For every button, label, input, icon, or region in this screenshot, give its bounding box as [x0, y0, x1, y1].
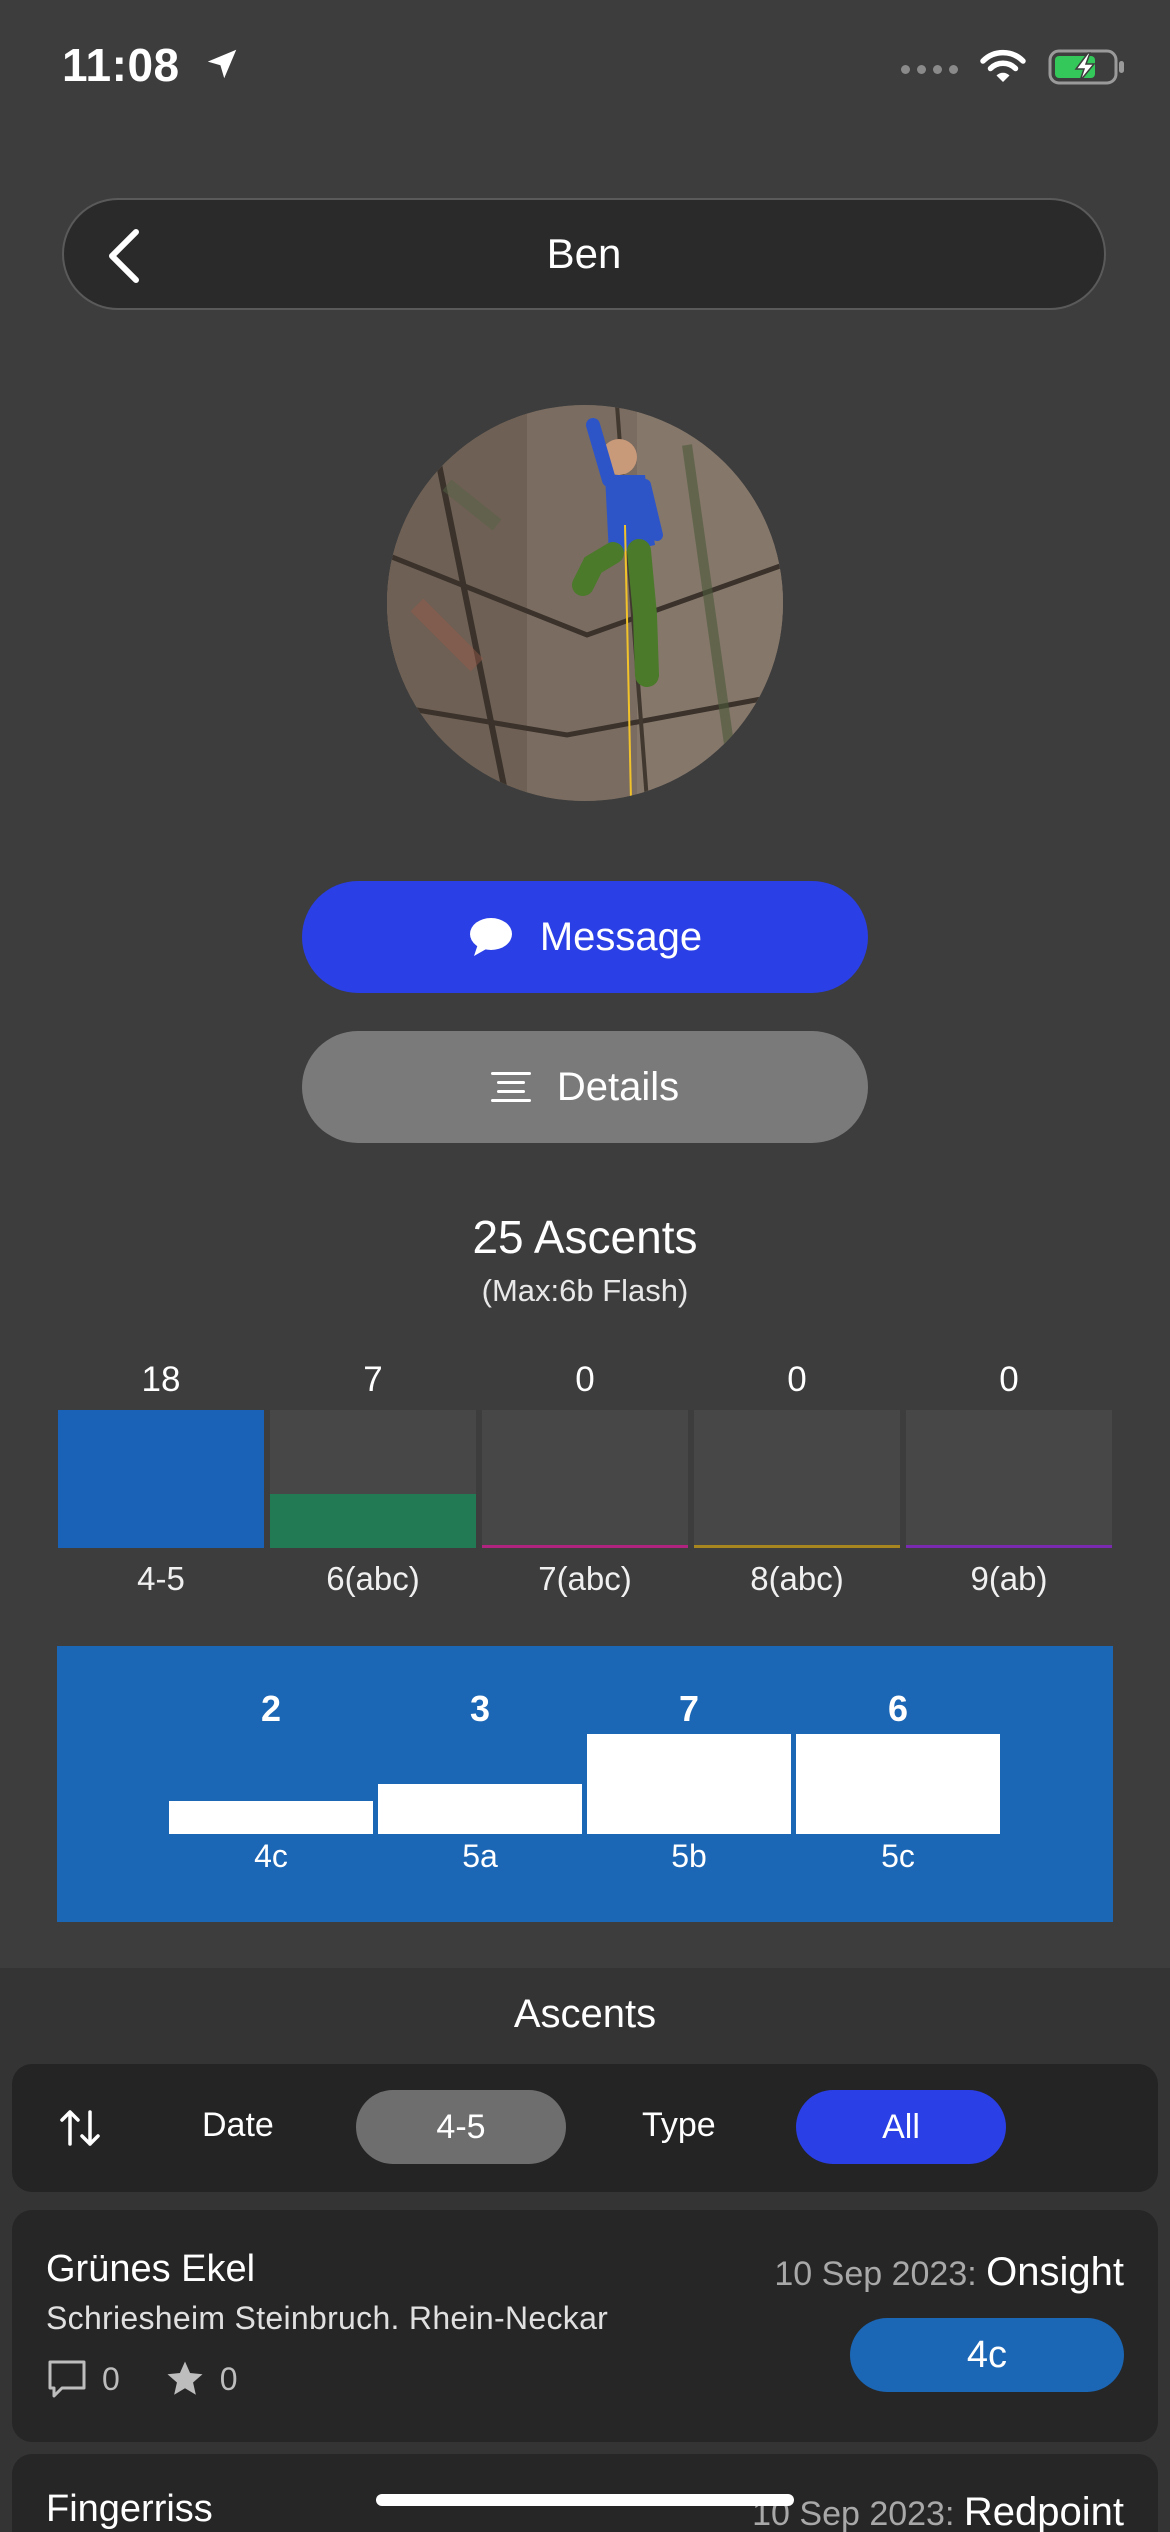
type-filter[interactable]: Type — [642, 2106, 716, 2145]
grade-count-label: 2 — [260, 1688, 282, 1729]
home-indicator[interactable] — [376, 2494, 794, 2506]
band-category-label: 8(abc) — [750, 1560, 844, 1597]
grade-category-label: 5b — [671, 1838, 707, 1874]
battery-charging-icon — [1048, 48, 1126, 91]
band-count-label: 0 — [787, 1360, 807, 1399]
grade-bar — [169, 1801, 373, 1834]
grade-column[interactable]: 3 5a — [378, 1646, 582, 1922]
route-stats: 0 0 — [46, 2358, 238, 2400]
grade-count-label: 7 — [678, 1688, 700, 1729]
message-button[interactable]: Message — [302, 881, 868, 993]
grade-column[interactable]: 7 5b — [587, 1646, 791, 1922]
message-button-label: Message — [539, 914, 703, 959]
band-bar — [906, 1545, 1112, 1548]
ascent-date-style: 10 Sep 2023: Redpoint — [752, 2490, 1124, 2532]
grade-band-chart: 18 4-5 7 6(abc) 0 7(abc) 0 8(abc) 0 9(ab) — [58, 1360, 1112, 1610]
type-filter-pill[interactable]: All — [796, 2090, 1006, 2164]
ascent-card[interactable]: Grünes Ekel Schriesheim Steinbruch. Rhei… — [12, 2210, 1158, 2442]
cellular-signal-icon — [901, 65, 958, 74]
filter-bar: Date 4-5 Type All — [12, 2064, 1158, 2192]
details-button-label: Details — [556, 1064, 680, 1109]
wifi-icon — [980, 49, 1026, 90]
profile-screen: 11:08 Ben Message Details 25 Ascents (Ma… — [0, 0, 1170, 2532]
ascents-list-section: Ascents Date 4-5 Type All Grünes Ekel Sc… — [0, 1968, 1170, 2532]
ascents-count: 25 Ascents — [472, 1211, 698, 1263]
location-arrow-icon — [203, 40, 241, 94]
band-bar — [270, 1494, 476, 1548]
sort-arrows-icon[interactable] — [56, 2104, 104, 2152]
grade-count-label: 3 — [469, 1688, 491, 1729]
band-category-label: 7(abc) — [538, 1560, 632, 1597]
band-count-label: 18 — [141, 1360, 181, 1399]
band-bar — [482, 1545, 688, 1548]
band-column[interactable]: 7 6(abc) — [270, 1360, 476, 1610]
grade-filter-pill[interactable]: 4-5 — [356, 2090, 566, 2164]
ascent-style: Onsight — [986, 2250, 1124, 2294]
grade-column[interactable]: 6 5c — [796, 1646, 1000, 1922]
route-name: Fingerriss — [46, 2488, 213, 2530]
comment-count: 0 — [102, 2360, 120, 2397]
band-bar-track — [482, 1410, 688, 1548]
band-column[interactable]: 0 9(ab) — [906, 1360, 1112, 1610]
ascents-list-title: Ascents — [513, 1992, 657, 2036]
lines-icon — [490, 1072, 531, 1102]
band-count-label: 0 — [575, 1360, 595, 1399]
band-bar — [58, 1410, 264, 1548]
band-bar-track — [270, 1410, 476, 1548]
route-location: Schriesheim Steinbruch. Rhein-Neckar — [46, 2300, 609, 2336]
band-column[interactable]: 0 7(abc) — [482, 1360, 688, 1610]
comment-icon[interactable] — [46, 2358, 88, 2400]
band-column[interactable]: 0 8(abc) — [694, 1360, 900, 1610]
band-count-label: 0 — [999, 1360, 1019, 1399]
band-count-label: 7 — [363, 1360, 383, 1399]
band-column[interactable]: 18 4-5 — [58, 1360, 264, 1610]
grade-category-label: 5c — [881, 1838, 915, 1874]
status-bar: 11:08 — [0, 0, 1170, 140]
status-indicators — [901, 48, 1126, 91]
page-title: Ben — [546, 230, 622, 277]
grade-category-label: 4c — [254, 1838, 288, 1874]
ascent-card[interactable]: Fingerriss 10 Sep 2023: Redpoint — [12, 2454, 1158, 2532]
date-filter[interactable]: Date — [202, 2106, 274, 2145]
header-bar: Ben — [62, 198, 1106, 310]
profile-avatar[interactable] — [387, 405, 783, 801]
route-name: Grünes Ekel — [46, 2248, 256, 2290]
status-time-text: 11:08 — [62, 39, 180, 91]
star-count: 0 — [219, 2360, 238, 2397]
band-bar-track — [58, 1410, 264, 1548]
grade-bar — [796, 1734, 1000, 1834]
band-bar-track — [906, 1410, 1112, 1548]
grade-category-label: 5a — [462, 1838, 498, 1874]
ascent-style: Redpoint — [963, 2490, 1124, 2532]
band-category-label: 9(ab) — [970, 1560, 1048, 1597]
details-button[interactable]: Details — [302, 1031, 868, 1143]
band-bar-track — [694, 1410, 900, 1548]
grade-badge: 4c — [850, 2318, 1124, 2392]
band-category-label: 4-5 — [137, 1560, 185, 1597]
band-bar — [694, 1545, 900, 1548]
chat-bubble-icon — [469, 918, 512, 956]
band-category-label: 6(abc) — [326, 1560, 420, 1597]
ascent-date: 10 Sep 2023: — [774, 2255, 977, 2293]
climber-photo — [387, 405, 783, 801]
grade-column[interactable]: 2 4c — [169, 1646, 373, 1922]
ascent-date-style: 10 Sep 2023: Onsight — [774, 2250, 1124, 2295]
grade-bar — [378, 1784, 582, 1834]
star-icon[interactable] — [164, 2358, 206, 2400]
grade-bar — [587, 1734, 791, 1834]
max-grade: (Max:6b Flash) — [481, 1273, 689, 1308]
status-time: 11:08 — [62, 38, 241, 94]
grade-detail-chart: 2 4c 3 5a 7 5b 6 5c — [57, 1646, 1113, 1922]
grade-count-label: 6 — [887, 1688, 909, 1729]
